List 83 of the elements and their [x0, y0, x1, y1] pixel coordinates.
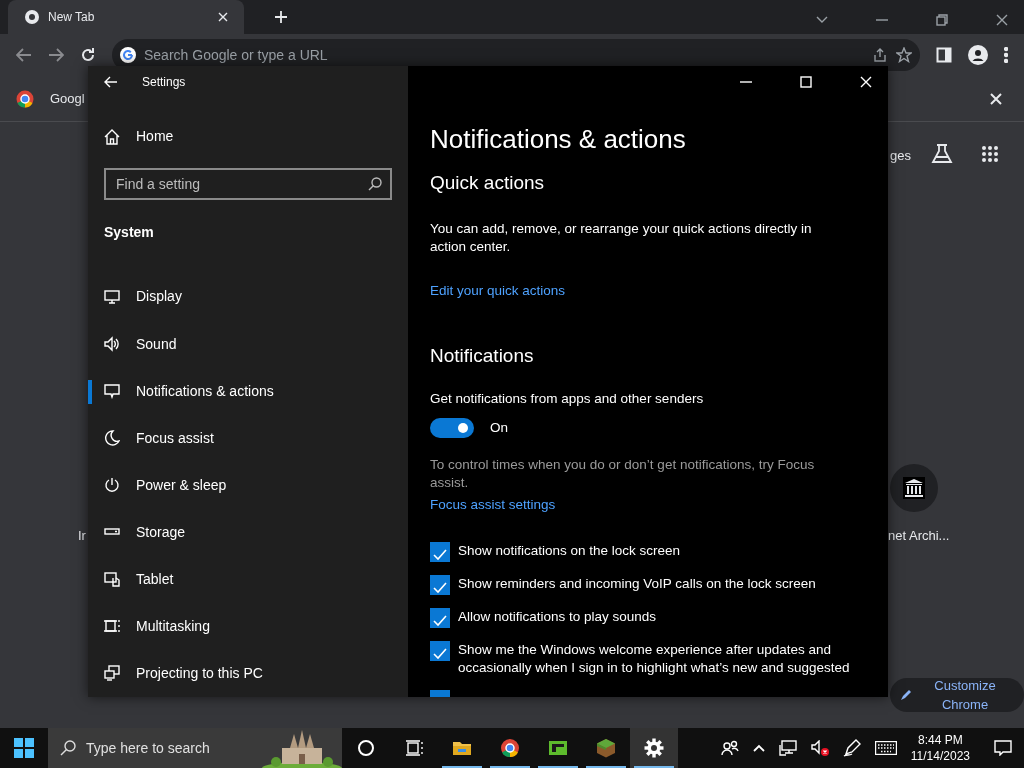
section-heading: Notifications [430, 343, 535, 368]
checkbox-label: Allow notifications to play sounds [458, 608, 658, 626]
share-icon[interactable] [872, 47, 888, 63]
cortana-icon [356, 738, 376, 758]
reload-icon[interactable] [80, 47, 96, 63]
power-icon [104, 477, 120, 494]
new-tab-icon[interactable] [274, 10, 288, 24]
header-link[interactable]: ges [890, 146, 911, 166]
chevron-down-icon[interactable] [816, 16, 828, 24]
message-icon [104, 383, 120, 400]
search-icon [368, 177, 382, 192]
profile-icon[interactable] [968, 45, 988, 65]
shortcut-label[interactable]: Ir [78, 526, 86, 546]
projector-icon [104, 665, 120, 682]
task-view-icon [404, 738, 424, 758]
museum-icon[interactable] [890, 464, 938, 512]
section-heading: Quick actions [430, 171, 546, 195]
nav-item[interactable]: Notifications & actions [88, 367, 408, 415]
maximize-icon[interactable] [800, 76, 812, 88]
checkbox[interactable] [430, 575, 450, 595]
taskbar-search-field[interactable]: Type here to search [48, 728, 342, 768]
browser-tab[interactable]: New Tab [8, 0, 244, 34]
volume-muted-icon[interactable] [810, 740, 829, 756]
search-field[interactable]: Find a setting [104, 168, 392, 201]
nav-item[interactable]: Storage [88, 508, 408, 556]
edit-link[interactable]: Edit your quick actions [430, 280, 566, 301]
toggle-switch[interactable] [430, 418, 474, 438]
home-link[interactable]: Home [88, 113, 408, 161]
google-icon [120, 47, 136, 63]
flask-icon[interactable] [931, 143, 953, 165]
checkbox[interactable] [430, 641, 450, 661]
description-text: You can add, remove, or rearrange your quick actions directly in action center. [430, 219, 813, 256]
forward-icon[interactable] [48, 48, 64, 62]
hint-text: To control times when you do or don’t get notifications, try Focus assist. [430, 456, 816, 492]
bookmark-label[interactable]: Googl [50, 88, 85, 109]
home-icon [104, 128, 120, 145]
taskbar-app-button[interactable] [630, 728, 678, 768]
nav-item[interactable]: Focus assist [88, 414, 408, 462]
speaker-icon [104, 336, 120, 352]
close-icon[interactable] [996, 14, 1008, 26]
checkbox-label: Show reminders and incoming VoIP calls on the lock screen [458, 575, 817, 593]
checkbox[interactable] [430, 608, 450, 628]
checkbox-label: Show me the Windows welcome experience after updates and occasionally when I sign in to highlight what’s new and suggested [458, 641, 851, 677]
app-icon [548, 738, 568, 758]
customize-button[interactable]: Customize Chrome [890, 678, 1024, 712]
focus-assist-link[interactable]: Focus assist settings [430, 495, 556, 516]
section-heading: System [103, 223, 155, 243]
pencil-icon [900, 689, 912, 701]
nav-item[interactable]: Multitasking [88, 602, 408, 650]
window-title: Settings [142, 73, 186, 91]
page-heading: Notifications & actions [430, 123, 687, 156]
nav-item[interactable]: Sound [88, 320, 408, 368]
shortcut-label[interactable]: net Archi... [888, 526, 950, 546]
people-icon[interactable] [720, 740, 739, 756]
toggle-caption: Get notifications from apps and other senders [430, 390, 705, 408]
more-icon[interactable] [1004, 47, 1008, 63]
chrome-logo-icon [16, 89, 34, 108]
network-icon[interactable] [778, 740, 797, 756]
checkbox-label: Show notifications on the lock screen [458, 542, 682, 560]
moon-icon [104, 430, 120, 447]
star-icon[interactable] [896, 47, 912, 63]
search-icon [60, 740, 76, 756]
display-icon [104, 288, 120, 305]
keyboard-icon[interactable] [874, 741, 897, 755]
pen-icon[interactable] [842, 739, 861, 757]
checkbox[interactable] [430, 542, 450, 562]
nav-item[interactable]: Power & sleep [88, 461, 408, 509]
side-panel-icon[interactable] [936, 47, 952, 63]
nav-item[interactable]: Projecting to this PC [88, 649, 408, 697]
settings-icon [644, 738, 664, 758]
toggle-label: On [490, 419, 508, 437]
grass-block-icon [596, 738, 616, 758]
notification-icon[interactable] [994, 740, 1012, 756]
multitasking-icon [104, 618, 120, 635]
chevron-up-icon[interactable] [752, 744, 765, 752]
nav-item[interactable]: Display [88, 273, 408, 321]
apps-icon[interactable] [981, 145, 999, 163]
clock-time[interactable]: 8:44 PM [910, 732, 970, 748]
restore-icon[interactable] [936, 14, 948, 26]
clock-date[interactable]: 11/14/2023 [910, 748, 970, 764]
nav-item[interactable]: Tablet [88, 555, 408, 603]
windows-logo-icon [14, 738, 34, 758]
tablet-icon [104, 571, 120, 588]
